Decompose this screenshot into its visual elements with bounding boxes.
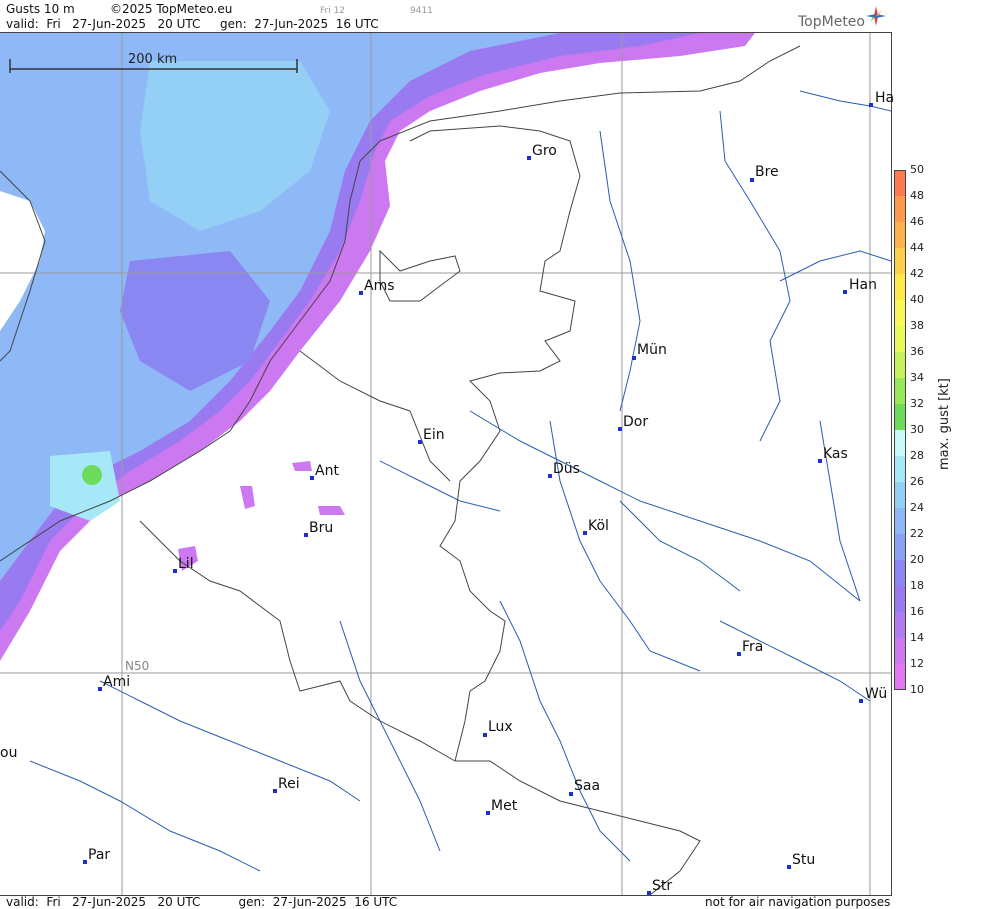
- city-label: Fra: [742, 639, 764, 655]
- city-label: Met: [491, 798, 518, 814]
- legend-level-label: 10: [910, 683, 924, 696]
- city-marker-icon: [818, 459, 822, 463]
- copyright-text: ©2025 TopMeteo.eu: [110, 2, 233, 16]
- footer-valid-time: valid: Fri 27-Jun-2025 20 UTC gen: 27-Ju…: [6, 895, 397, 909]
- city-marker-icon: [843, 290, 847, 294]
- code-label: 9411: [410, 6, 433, 16]
- legend-level-label: 22: [910, 527, 924, 540]
- city-label: ou: [0, 745, 18, 761]
- city-label: Kas: [823, 446, 848, 462]
- city-marker-icon: [83, 860, 87, 864]
- city-label: Gro: [532, 143, 557, 159]
- city-label: Par: [88, 847, 111, 863]
- city-marker-icon: [787, 865, 791, 869]
- generated-time: gen: 27-Jun-2025 16 UTC: [220, 17, 379, 31]
- city-marker-icon: [859, 699, 863, 703]
- legend-level-label: 16: [910, 605, 924, 618]
- legend-level-label: 32: [910, 397, 924, 410]
- legend-level-label: 24: [910, 501, 924, 514]
- city-marker-icon: [483, 733, 487, 737]
- city-marker-icon: [527, 156, 531, 160]
- city-marker-icon: [304, 533, 308, 537]
- city-marker-icon: [273, 789, 277, 793]
- legend-level-label: 12: [910, 657, 924, 670]
- legend-level-label: 50: [910, 163, 924, 176]
- city-marker-icon: [583, 531, 587, 535]
- legend-level-label: 42: [910, 267, 924, 280]
- legend-title: max. gust [kt]: [937, 378, 952, 470]
- legend-level-label: 44: [910, 241, 924, 254]
- city-marker-icon: [869, 103, 873, 107]
- gust-field-patch-4: [318, 506, 345, 515]
- city-marker-icon: [359, 291, 363, 295]
- city-marker-icon: [418, 440, 422, 444]
- scale-label: 200 km: [128, 52, 178, 67]
- gust-field-patch-1: [240, 486, 255, 509]
- city-marker-icon: [173, 569, 177, 573]
- city-marker-icon: [310, 476, 314, 480]
- legend-level-label: 18: [910, 579, 924, 592]
- gust-field-peak: [82, 465, 102, 485]
- city-label: Bre: [755, 164, 779, 180]
- city-label: Düs: [553, 461, 580, 477]
- city-marker-icon: [548, 474, 552, 478]
- city-marker-icon: [486, 811, 490, 815]
- legend-level-label: 30: [910, 423, 924, 436]
- run-label: Fri 12: [320, 6, 346, 16]
- city-label: Str: [652, 878, 673, 894]
- city-label: Wü: [865, 686, 888, 702]
- city-label: Ami: [103, 674, 131, 690]
- footer-generated: gen: 27-Jun-2025 16 UTC: [238, 895, 398, 909]
- city-label: Mün: [637, 342, 667, 358]
- city-label: Lil: [178, 556, 194, 572]
- city-marker-icon: [632, 356, 636, 360]
- city-label: Ant: [315, 463, 339, 479]
- city-label: Rei: [278, 776, 300, 792]
- legend-level-label: 38: [910, 319, 924, 332]
- city-marker-icon: [618, 427, 622, 431]
- city-label: Dor: [623, 414, 649, 430]
- legend-level-label: 36: [910, 345, 924, 358]
- city-marker-icon: [647, 891, 651, 895]
- city-label: Lux: [488, 719, 513, 735]
- legend-level-label: 26: [910, 475, 924, 488]
- footer-disclaimer: not for air navigation purposes: [705, 895, 891, 909]
- city-marker-icon: [569, 792, 573, 796]
- city-label: Bru: [309, 520, 334, 536]
- valid-time: valid: Fri 27-Jun-2025 20 UTC: [6, 17, 201, 31]
- legend-level-label: 28: [910, 449, 924, 462]
- map-canvas: [0, 33, 891, 895]
- gust-map[interactable]: [0, 32, 892, 896]
- product-title: Gusts 10 m: [6, 2, 75, 16]
- page: Gusts 10 m ©2025 TopMeteo.eu Fri 12 9411…: [0, 0, 983, 909]
- city-marker-icon: [750, 178, 754, 182]
- city-label: Ams: [364, 278, 395, 294]
- city-label: Han: [849, 277, 877, 293]
- city-label: Ha: [875, 90, 895, 106]
- legend-level-label: 48: [910, 189, 924, 202]
- legend-level-label: 34: [910, 371, 924, 384]
- gust-field-patch-3: [292, 461, 312, 471]
- city-label: Stu: [792, 852, 816, 868]
- legend-frame: [894, 170, 906, 690]
- latitude-label: N50: [125, 659, 150, 673]
- legend-level-label: 20: [910, 553, 924, 566]
- legend-level-label: 14: [910, 631, 924, 644]
- city-label: Köl: [588, 518, 609, 534]
- brand-name: TopMeteo: [798, 14, 865, 30]
- legend-level-label: 40: [910, 293, 924, 306]
- city-label: Saa: [574, 778, 601, 794]
- city-marker-icon: [737, 652, 741, 656]
- city-marker-icon: [98, 687, 102, 691]
- city-label: Ein: [423, 427, 445, 443]
- legend-level-label: 46: [910, 215, 924, 228]
- footer-valid: valid: Fri 27-Jun-2025 20 UTC: [6, 895, 201, 909]
